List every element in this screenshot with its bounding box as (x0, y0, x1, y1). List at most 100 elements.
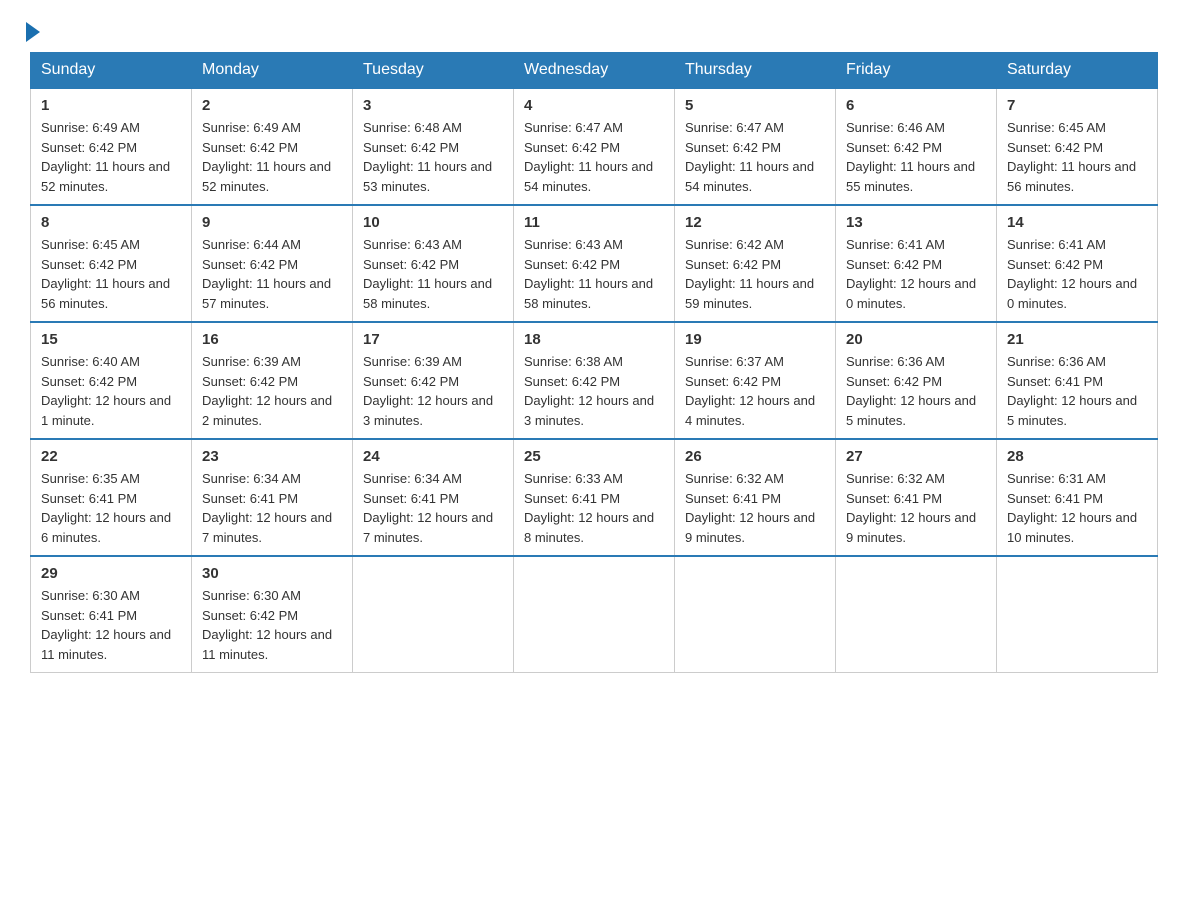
day-info: Sunrise: 6:30 AM Sunset: 6:42 PM Dayligh… (202, 586, 342, 664)
calendar-cell: 25 Sunrise: 6:33 AM Sunset: 6:41 PM Dayl… (514, 439, 675, 556)
weekday-header-wednesday: Wednesday (514, 53, 675, 89)
day-number: 24 (363, 448, 503, 465)
calendar-week-row-2: 8 Sunrise: 6:45 AM Sunset: 6:42 PM Dayli… (31, 205, 1158, 322)
calendar-cell: 22 Sunrise: 6:35 AM Sunset: 6:41 PM Dayl… (31, 439, 192, 556)
calendar-cell: 3 Sunrise: 6:48 AM Sunset: 6:42 PM Dayli… (353, 88, 514, 205)
calendar-cell: 19 Sunrise: 6:37 AM Sunset: 6:42 PM Dayl… (675, 322, 836, 439)
day-info: Sunrise: 6:34 AM Sunset: 6:41 PM Dayligh… (363, 469, 503, 547)
day-number: 27 (846, 448, 986, 465)
day-number: 30 (202, 565, 342, 582)
day-info: Sunrise: 6:44 AM Sunset: 6:42 PM Dayligh… (202, 235, 342, 313)
day-number: 21 (1007, 331, 1147, 348)
day-info: Sunrise: 6:37 AM Sunset: 6:42 PM Dayligh… (685, 352, 825, 430)
day-number: 5 (685, 97, 825, 114)
day-number: 28 (1007, 448, 1147, 465)
day-number: 20 (846, 331, 986, 348)
day-number: 11 (524, 214, 664, 231)
day-info: Sunrise: 6:30 AM Sunset: 6:41 PM Dayligh… (41, 586, 181, 664)
day-number: 7 (1007, 97, 1147, 114)
calendar-cell: 6 Sunrise: 6:46 AM Sunset: 6:42 PM Dayli… (836, 88, 997, 205)
calendar-cell: 17 Sunrise: 6:39 AM Sunset: 6:42 PM Dayl… (353, 322, 514, 439)
day-info: Sunrise: 6:46 AM Sunset: 6:42 PM Dayligh… (846, 118, 986, 196)
calendar-cell: 10 Sunrise: 6:43 AM Sunset: 6:42 PM Dayl… (353, 205, 514, 322)
calendar-cell: 12 Sunrise: 6:42 AM Sunset: 6:42 PM Dayl… (675, 205, 836, 322)
calendar-cell: 21 Sunrise: 6:36 AM Sunset: 6:41 PM Dayl… (997, 322, 1158, 439)
calendar-cell: 26 Sunrise: 6:32 AM Sunset: 6:41 PM Dayl… (675, 439, 836, 556)
day-info: Sunrise: 6:36 AM Sunset: 6:42 PM Dayligh… (846, 352, 986, 430)
day-number: 15 (41, 331, 181, 348)
calendar-table: SundayMondayTuesdayWednesdayThursdayFrid… (30, 52, 1158, 673)
day-info: Sunrise: 6:43 AM Sunset: 6:42 PM Dayligh… (524, 235, 664, 313)
day-info: Sunrise: 6:41 AM Sunset: 6:42 PM Dayligh… (846, 235, 986, 313)
day-info: Sunrise: 6:45 AM Sunset: 6:42 PM Dayligh… (41, 235, 181, 313)
calendar-week-row-5: 29 Sunrise: 6:30 AM Sunset: 6:41 PM Dayl… (31, 556, 1158, 673)
weekday-header-row: SundayMondayTuesdayWednesdayThursdayFrid… (31, 53, 1158, 89)
day-number: 4 (524, 97, 664, 114)
day-info: Sunrise: 6:47 AM Sunset: 6:42 PM Dayligh… (685, 118, 825, 196)
calendar-cell: 30 Sunrise: 6:30 AM Sunset: 6:42 PM Dayl… (192, 556, 353, 673)
calendar-cell: 7 Sunrise: 6:45 AM Sunset: 6:42 PM Dayli… (997, 88, 1158, 205)
calendar-week-row-3: 15 Sunrise: 6:40 AM Sunset: 6:42 PM Dayl… (31, 322, 1158, 439)
calendar-cell: 15 Sunrise: 6:40 AM Sunset: 6:42 PM Dayl… (31, 322, 192, 439)
page-header (30, 30, 1158, 42)
weekday-header-sunday: Sunday (31, 53, 192, 89)
day-number: 6 (846, 97, 986, 114)
day-number: 10 (363, 214, 503, 231)
calendar-cell: 24 Sunrise: 6:34 AM Sunset: 6:41 PM Dayl… (353, 439, 514, 556)
day-number: 1 (41, 97, 181, 114)
day-info: Sunrise: 6:35 AM Sunset: 6:41 PM Dayligh… (41, 469, 181, 547)
day-number: 22 (41, 448, 181, 465)
day-number: 26 (685, 448, 825, 465)
calendar-cell: 1 Sunrise: 6:49 AM Sunset: 6:42 PM Dayli… (31, 88, 192, 205)
weekday-header-saturday: Saturday (997, 53, 1158, 89)
day-info: Sunrise: 6:42 AM Sunset: 6:42 PM Dayligh… (685, 235, 825, 313)
day-number: 19 (685, 331, 825, 348)
calendar-cell: 27 Sunrise: 6:32 AM Sunset: 6:41 PM Dayl… (836, 439, 997, 556)
day-number: 3 (363, 97, 503, 114)
weekday-header-monday: Monday (192, 53, 353, 89)
calendar-cell: 8 Sunrise: 6:45 AM Sunset: 6:42 PM Dayli… (31, 205, 192, 322)
day-number: 23 (202, 448, 342, 465)
day-number: 12 (685, 214, 825, 231)
day-info: Sunrise: 6:38 AM Sunset: 6:42 PM Dayligh… (524, 352, 664, 430)
day-info: Sunrise: 6:39 AM Sunset: 6:42 PM Dayligh… (202, 352, 342, 430)
calendar-week-row-1: 1 Sunrise: 6:49 AM Sunset: 6:42 PM Dayli… (31, 88, 1158, 205)
day-info: Sunrise: 6:34 AM Sunset: 6:41 PM Dayligh… (202, 469, 342, 547)
day-number: 29 (41, 565, 181, 582)
calendar-cell: 4 Sunrise: 6:47 AM Sunset: 6:42 PM Dayli… (514, 88, 675, 205)
day-info: Sunrise: 6:41 AM Sunset: 6:42 PM Dayligh… (1007, 235, 1147, 313)
logo (30, 30, 40, 42)
calendar-cell: 9 Sunrise: 6:44 AM Sunset: 6:42 PM Dayli… (192, 205, 353, 322)
day-info: Sunrise: 6:47 AM Sunset: 6:42 PM Dayligh… (524, 118, 664, 196)
day-number: 25 (524, 448, 664, 465)
calendar-cell: 11 Sunrise: 6:43 AM Sunset: 6:42 PM Dayl… (514, 205, 675, 322)
calendar-cell: 23 Sunrise: 6:34 AM Sunset: 6:41 PM Dayl… (192, 439, 353, 556)
day-number: 8 (41, 214, 181, 231)
calendar-cell (353, 556, 514, 673)
calendar-cell: 16 Sunrise: 6:39 AM Sunset: 6:42 PM Dayl… (192, 322, 353, 439)
calendar-cell (836, 556, 997, 673)
calendar-cell: 13 Sunrise: 6:41 AM Sunset: 6:42 PM Dayl… (836, 205, 997, 322)
day-number: 13 (846, 214, 986, 231)
calendar-cell: 20 Sunrise: 6:36 AM Sunset: 6:42 PM Dayl… (836, 322, 997, 439)
weekday-header-tuesday: Tuesday (353, 53, 514, 89)
day-number: 14 (1007, 214, 1147, 231)
logo-arrow-icon (26, 22, 40, 42)
day-info: Sunrise: 6:49 AM Sunset: 6:42 PM Dayligh… (202, 118, 342, 196)
calendar-cell: 2 Sunrise: 6:49 AM Sunset: 6:42 PM Dayli… (192, 88, 353, 205)
weekday-header-friday: Friday (836, 53, 997, 89)
day-info: Sunrise: 6:31 AM Sunset: 6:41 PM Dayligh… (1007, 469, 1147, 547)
day-info: Sunrise: 6:32 AM Sunset: 6:41 PM Dayligh… (685, 469, 825, 547)
calendar-cell: 18 Sunrise: 6:38 AM Sunset: 6:42 PM Dayl… (514, 322, 675, 439)
calendar-cell: 14 Sunrise: 6:41 AM Sunset: 6:42 PM Dayl… (997, 205, 1158, 322)
day-info: Sunrise: 6:33 AM Sunset: 6:41 PM Dayligh… (524, 469, 664, 547)
day-info: Sunrise: 6:45 AM Sunset: 6:42 PM Dayligh… (1007, 118, 1147, 196)
day-number: 17 (363, 331, 503, 348)
calendar-cell (514, 556, 675, 673)
calendar-cell: 28 Sunrise: 6:31 AM Sunset: 6:41 PM Dayl… (997, 439, 1158, 556)
calendar-cell (675, 556, 836, 673)
day-info: Sunrise: 6:40 AM Sunset: 6:42 PM Dayligh… (41, 352, 181, 430)
day-info: Sunrise: 6:49 AM Sunset: 6:42 PM Dayligh… (41, 118, 181, 196)
day-number: 9 (202, 214, 342, 231)
day-number: 2 (202, 97, 342, 114)
